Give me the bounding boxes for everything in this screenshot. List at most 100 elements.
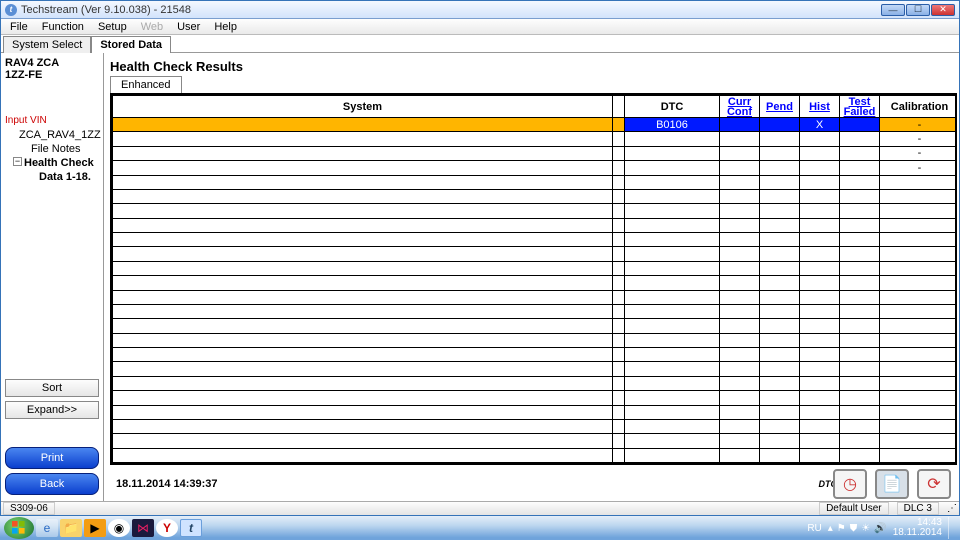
table-row[interactable] — [113, 319, 958, 333]
table-row[interactable] — [113, 290, 958, 304]
sort-button[interactable]: Sort — [5, 379, 99, 397]
refresh-icon: ⟳ — [927, 474, 940, 494]
table-row[interactable]: - — [113, 161, 958, 175]
col-test-failed[interactable]: Test Failed — [840, 96, 880, 118]
tray-chevron-icon[interactable]: ▴ — [828, 523, 833, 534]
tree-file-notes[interactable]: File Notes — [3, 142, 101, 156]
taskbar-techstream-icon[interactable]: t — [180, 519, 202, 537]
taskbar-explorer-icon[interactable]: 📁 — [60, 519, 82, 537]
cell-curr — [720, 419, 760, 433]
cell-dtc — [625, 261, 720, 275]
minimize-button[interactable]: — — [881, 4, 905, 16]
titlebar: t Techstream (Ver 9.10.038) - 21548 — ☐ … — [1, 1, 959, 19]
table-row[interactable] — [113, 448, 958, 462]
show-desktop[interactable] — [948, 517, 956, 539]
taskbar-yandex-icon[interactable]: Y — [156, 519, 178, 537]
close-button[interactable]: ✕ — [931, 4, 955, 16]
tree-root[interactable]: ZCA_RAV4_1ZZ- — [3, 128, 101, 142]
taskbar-ie-icon[interactable]: e — [36, 519, 58, 537]
col-system: System — [113, 96, 613, 118]
windows-logo-icon — [12, 521, 26, 535]
table-row[interactable]: - — [113, 132, 958, 146]
cell-curr — [720, 290, 760, 304]
tab-system-select[interactable]: System Select — [3, 36, 91, 53]
tray-flag-icon[interactable]: ⚑ — [837, 523, 846, 534]
taskbar-chrome-icon[interactable]: ◉ — [108, 519, 130, 537]
table-row[interactable] — [113, 189, 958, 203]
table-row[interactable] — [113, 261, 958, 275]
app-window: t Techstream (Ver 9.10.038) - 21548 — ☐ … — [0, 0, 960, 516]
cell-cal — [880, 319, 958, 333]
cell-curr — [720, 261, 760, 275]
cell-curr — [720, 348, 760, 362]
taskbar-media-icon[interactable]: ▶ — [84, 519, 106, 537]
tray-shield-icon[interactable]: ⛊ — [850, 523, 858, 534]
menu-file[interactable]: File — [3, 20, 35, 34]
tray-power-icon[interactable]: ☀ — [861, 523, 870, 534]
col-pend[interactable]: Pend — [760, 96, 800, 118]
table-row[interactable] — [113, 233, 958, 247]
dtc-clock-button[interactable]: ◷ — [833, 469, 867, 499]
maximize-button[interactable]: ☐ — [906, 4, 930, 16]
menu-web: Web — [134, 20, 170, 34]
cell-gap — [613, 276, 625, 290]
cell-test — [840, 348, 880, 362]
cell-dtc — [625, 218, 720, 232]
col-curr-conf[interactable]: Curr Conf — [720, 96, 760, 118]
cell-curr — [720, 175, 760, 189]
table-row[interactable]: - — [113, 146, 958, 160]
tree-health-check[interactable]: − Health Check — [3, 156, 101, 170]
table-row[interactable] — [113, 405, 958, 419]
col-hist[interactable]: Hist — [800, 96, 840, 118]
table-row[interactable] — [113, 333, 958, 347]
status-resize-grip[interactable]: ⋰ — [947, 503, 957, 514]
start-button[interactable] — [4, 517, 34, 539]
cell-curr — [720, 276, 760, 290]
cell-test — [840, 304, 880, 318]
tray-lang[interactable]: RU — [807, 523, 821, 534]
cell-cal — [880, 434, 958, 448]
table-row[interactable] — [113, 391, 958, 405]
table-row[interactable] — [113, 304, 958, 318]
back-button[interactable]: Back — [5, 473, 99, 495]
cell-hist — [800, 189, 840, 203]
cell-pend — [760, 204, 800, 218]
table-row[interactable] — [113, 434, 958, 448]
table-row[interactable] — [113, 204, 958, 218]
report-button[interactable]: 📄 — [875, 469, 909, 499]
system-tray[interactable]: ▴ ⚑ ⛊ ☀ 🔊 — [828, 523, 887, 534]
tray-clock[interactable]: 14:43 18.11.2014 — [893, 518, 942, 538]
table-row[interactable] — [113, 247, 958, 261]
tree-data-item[interactable]: Data 1-18. — [3, 170, 101, 184]
table-row[interactable] — [113, 376, 958, 390]
table-row[interactable] — [113, 276, 958, 290]
cell-dtc — [625, 233, 720, 247]
data-tree[interactable]: ZCA_RAV4_1ZZ- File Notes − Health Check … — [1, 128, 103, 373]
tab-enhanced[interactable]: Enhanced — [110, 76, 182, 93]
tray-volume-icon[interactable]: 🔊 — [874, 523, 886, 534]
print-button[interactable]: Print — [5, 447, 99, 469]
cell-hist — [800, 290, 840, 304]
main-panel: Health Check Results Enhanced System — [104, 53, 959, 501]
menu-user[interactable]: User — [170, 20, 207, 34]
cell-gap — [613, 304, 625, 318]
table-row[interactable] — [113, 218, 958, 232]
tab-stored-data[interactable]: Stored Data — [91, 36, 171, 53]
menu-setup[interactable]: Setup — [91, 20, 134, 34]
table-row[interactable] — [113, 419, 958, 433]
table-row[interactable]: B0106X- — [113, 118, 958, 132]
cell-hist: X — [800, 118, 840, 132]
taskbar-app1-icon[interactable]: ⋈ — [132, 519, 154, 537]
refresh-button[interactable]: ⟳ — [917, 469, 951, 499]
cell-dtc — [625, 132, 720, 146]
cell-pend — [760, 405, 800, 419]
table-row[interactable] — [113, 175, 958, 189]
tree-collapse-icon[interactable]: − — [13, 157, 22, 166]
cell-dtc — [625, 419, 720, 433]
table-row[interactable] — [113, 362, 958, 376]
cell-curr — [720, 218, 760, 232]
menu-function[interactable]: Function — [35, 20, 91, 34]
table-row[interactable] — [113, 348, 958, 362]
menu-help[interactable]: Help — [207, 20, 244, 34]
expand-button[interactable]: Expand>> — [5, 401, 99, 419]
